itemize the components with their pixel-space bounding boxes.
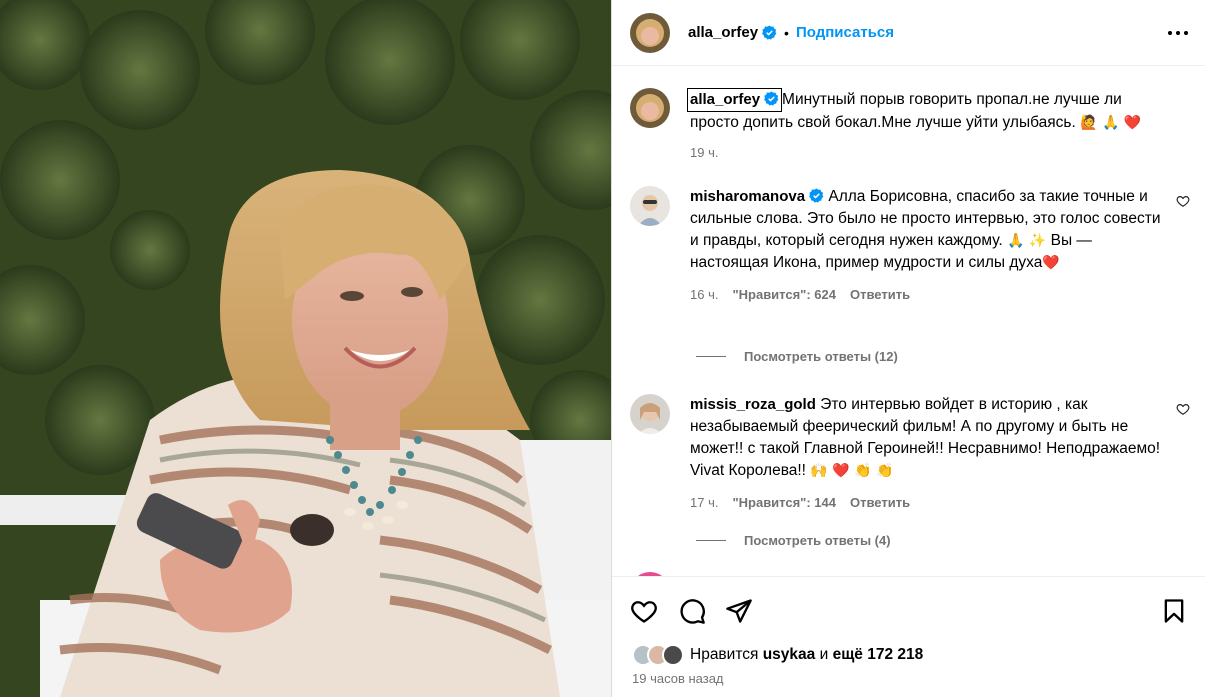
comment-likes[interactable]: "Нравится": 144 <box>732 492 836 514</box>
likes-summary: Нравится usykaa и ещё 172 218 <box>632 644 923 666</box>
caption-username[interactable]: alla_orfey <box>687 88 783 112</box>
separator-dot: • <box>784 24 789 41</box>
send-icon[interactable] <box>725 597 753 625</box>
comment-item: misharomanova Алла Борисовна, спасибо за… <box>630 186 1190 306</box>
comment-emojis: 🙌 ❤️ 👏 👏 <box>810 463 894 479</box>
portrait-image <box>0 0 611 697</box>
comment-icon[interactable] <box>678 597 706 625</box>
commenter-username[interactable]: missis_roza_gold <box>690 396 816 413</box>
comment-time[interactable]: 16 ч. <box>690 284 718 306</box>
comment-end-emoji: ❤️ <box>1042 255 1060 271</box>
commenter-avatar[interactable] <box>630 186 670 226</box>
commenter-username[interactable]: misharomanova <box>690 188 805 205</box>
more-options-icon[interactable] <box>1168 24 1188 42</box>
heart-icon[interactable] <box>1176 194 1190 208</box>
commenter-avatar[interactable] <box>630 394 670 434</box>
heart-icon[interactable] <box>1176 402 1190 416</box>
replies-divider <box>696 540 726 541</box>
bookmark-icon[interactable] <box>1160 597 1188 625</box>
post-sidebar: alla_orfey • Подписаться alla_orfey Мину… <box>611 0 1205 697</box>
verified-badge-icon <box>809 188 824 203</box>
likes-prefix: Нравится <box>690 646 759 663</box>
author-avatar[interactable] <box>630 12 670 53</box>
view-replies-button[interactable]: Посмотреть ответы (12) <box>696 349 898 364</box>
view-replies-button[interactable]: Посмотреть ответы (4) <box>696 533 891 548</box>
comment-likes[interactable]: "Нравится": 624 <box>732 284 836 306</box>
author-username[interactable]: alla_orfey <box>688 24 758 41</box>
caption-time[interactable]: 19 ч. <box>690 142 718 164</box>
comment-time[interactable]: 17 ч. <box>690 492 718 514</box>
reply-button[interactable]: Ответить <box>850 284 910 306</box>
instagram-post-modal: alla_orfey • Подписаться alla_orfey Мину… <box>0 0 1205 697</box>
verified-badge-icon <box>762 25 777 40</box>
likes-count[interactable]: ещё 172 218 <box>833 646 924 664</box>
verified-badge-icon <box>764 91 779 106</box>
liker-avatar[interactable] <box>662 644 684 666</box>
caption-emojis: 🙋 🙏 ❤️ <box>1080 115 1142 131</box>
comments-list[interactable]: alla_orfey Минутный порыв говорить пропал… <box>612 66 1205 576</box>
post-time[interactable]: 19 часов назад <box>632 671 724 686</box>
likes-and: и <box>819 646 829 663</box>
view-replies-label: Посмотреть ответы (4) <box>744 533 891 548</box>
post-header: alla_orfey • Подписаться <box>612 0 1205 66</box>
author-avatar[interactable] <box>630 88 670 128</box>
caption: alla_orfey Минутный порыв говорить пропал… <box>630 88 1190 164</box>
comment-item: missis_roza_gold Это интервью войдет в и… <box>630 394 1190 514</box>
liker-username[interactable]: usykaa <box>763 646 816 664</box>
post-photo[interactable] <box>0 0 611 697</box>
comment-emojis: 🙏 ✨ <box>1007 233 1047 249</box>
reply-button[interactable]: Ответить <box>850 492 910 514</box>
replies-divider <box>696 356 726 357</box>
view-replies-label: Посмотреть ответы (12) <box>744 349 898 364</box>
follow-button[interactable]: Подписаться <box>796 24 894 41</box>
heart-icon[interactable] <box>630 597 658 625</box>
